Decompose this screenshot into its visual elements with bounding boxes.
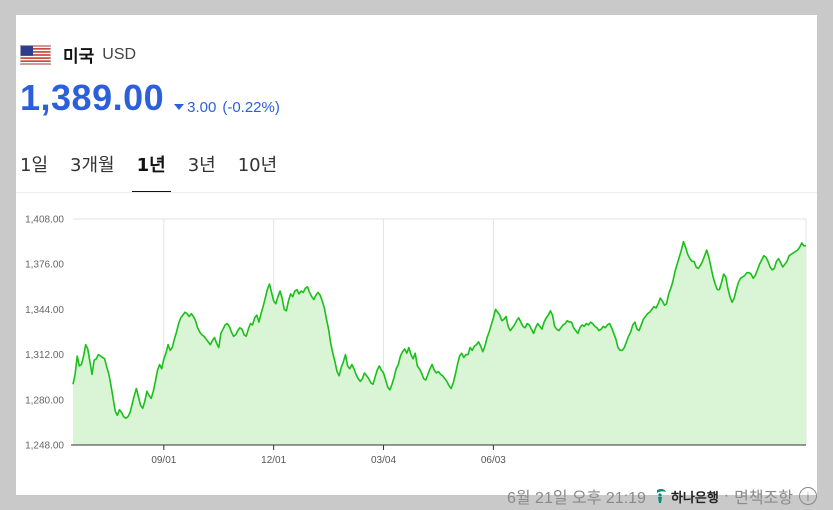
tab-1-day[interactable]: 1일 — [20, 151, 48, 193]
country-name: 미국 — [63, 47, 95, 67]
update-timestamp: 6월 21일 오후 21:19 — [506, 490, 646, 507]
y-tick-label: 1,312.00 — [25, 350, 64, 361]
bank-source[interactable]: 하나은행 — [654, 487, 719, 506]
change-percent: (-0.22%) — [222, 98, 280, 116]
hana-bank-logo-icon — [656, 488, 666, 503]
x-tick-label: 06/03 — [481, 455, 506, 466]
x-tick-label: 09/01 — [151, 455, 176, 466]
divider — [16, 192, 817, 193]
y-tick-label: 1,280.00 — [25, 395, 64, 406]
y-tick-label: 1,376.00 — [25, 260, 64, 271]
y-tick-label: 1,248.00 — [25, 441, 64, 452]
info-icon[interactable]: i — [799, 487, 817, 505]
bank-name: 하나은행 — [670, 489, 719, 505]
exchange-rate-value: 1,389.00 — [20, 77, 165, 118]
tab-1-year[interactable]: 1년 — [131, 151, 171, 193]
x-tick-label: 12/01 — [261, 455, 286, 466]
series-area — [73, 241, 806, 445]
exchange-rate-card: 미국 USD 1,389.00 3.00 (-0.22%) 1일 3개월 1년 … — [16, 15, 817, 507]
us-flag-icon — [20, 44, 51, 65]
change-amount: 3.00 — [187, 98, 217, 116]
disclaimer-link[interactable]: 면책조항 — [734, 484, 793, 508]
x-tick-label: 03/04 — [371, 455, 396, 466]
currency-header: 미국 USD — [20, 42, 136, 67]
y-tick-label: 1,344.00 — [25, 305, 64, 316]
tab-3-months[interactable]: 3개월 — [70, 151, 115, 193]
tab-10-years[interactable]: 10년 — [238, 151, 277, 193]
tab-3-years[interactable]: 3년 — [188, 151, 216, 193]
quote-row: 1,389.00 3.00 (-0.22%) — [20, 77, 280, 119]
price-change: 3.00 (-0.22%) — [174, 99, 280, 116]
y-tick-label: 1,408.00 — [25, 215, 64, 226]
currency-code: USD — [102, 45, 137, 63]
footer: 6월 21일 오후 21:19 하나은행 · 면책조항 i — [507, 484, 817, 508]
separator-dot: · — [723, 487, 730, 504]
exchange-rate-chart[interactable]: 09/01 12/01 03/04 06/03 1,248.00 1,280.00 1,31… — [16, 205, 817, 475]
down-arrow-icon — [174, 104, 185, 110]
period-tabs: 1일 3개월 1년 3년 10년 — [20, 151, 299, 193]
